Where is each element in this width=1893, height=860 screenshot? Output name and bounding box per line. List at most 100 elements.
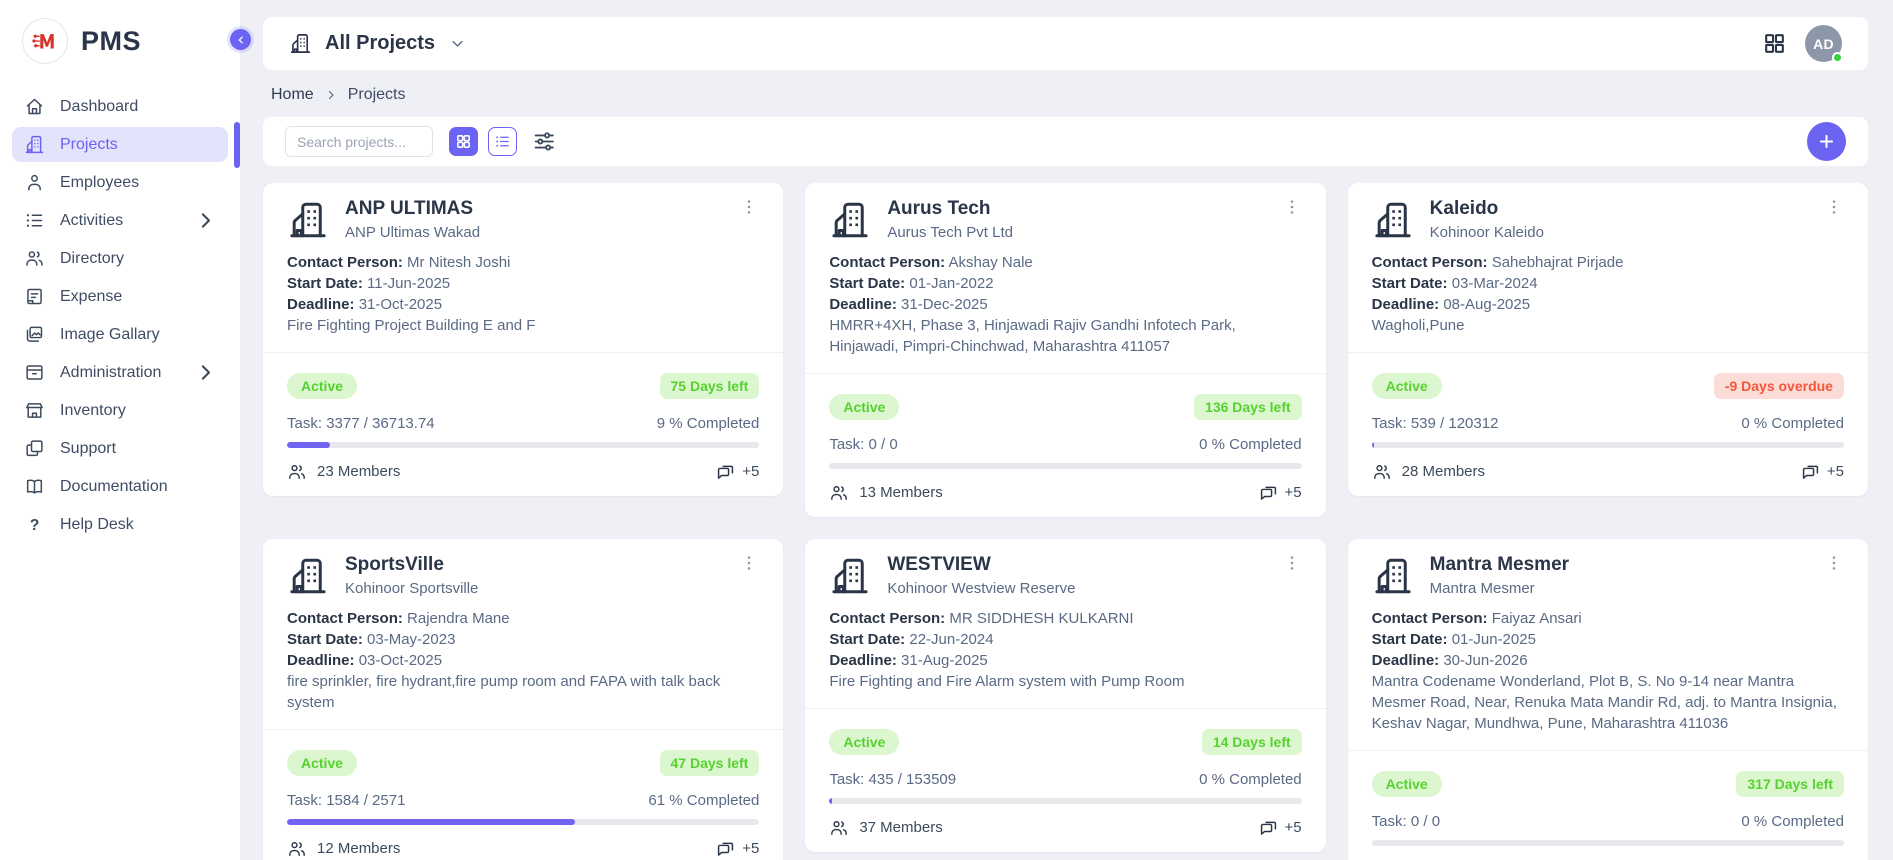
progress-bar — [1372, 442, 1844, 448]
users-icon — [24, 248, 45, 269]
project-details: Contact Person: Mr Nitesh Joshi Start Da… — [287, 252, 759, 336]
start-date-line: Start Date: 03-May-2023 — [287, 629, 759, 650]
start-date-line: Start Date: 22-Jun-2024 — [829, 629, 1301, 650]
task-row: Task: 435 / 153509 0 % Completed — [829, 771, 1301, 788]
building-icon — [1372, 555, 1414, 597]
chat-count-button[interactable]: +5 — [1800, 461, 1844, 482]
breadcrumb: Home Projects — [271, 86, 1868, 104]
project-subtitle: Kohinoor Westview Reserve — [887, 580, 1075, 597]
progress-fill — [1372, 442, 1375, 448]
sidebar-item-employees[interactable]: Employees — [12, 165, 228, 200]
status-badge: Active — [829, 394, 899, 420]
sidebar-item-help-desk[interactable]: Help Desk — [12, 507, 228, 542]
card-menu-button[interactable] — [1824, 197, 1844, 217]
list-view-button[interactable] — [488, 127, 517, 156]
days-left-badge: 47 Days left — [660, 750, 760, 776]
start-date-line: Start Date: 03-Mar-2024 — [1372, 273, 1844, 294]
projects-toolbar — [263, 117, 1868, 166]
breadcrumb-home[interactable]: Home — [271, 86, 314, 104]
progress-bar — [287, 442, 759, 448]
card-menu-button[interactable] — [1824, 553, 1844, 573]
page-header: All Projects AD — [263, 17, 1868, 70]
sidebar-item-label: Directory — [60, 250, 124, 268]
sidebar-item-label: Help Desk — [60, 516, 134, 534]
sidebar-item-projects[interactable]: Projects — [12, 127, 228, 162]
task-count: Task: 435 / 153509 — [829, 771, 956, 788]
users-icon — [829, 818, 849, 838]
task-row: Task: 539 / 120312 0 % Completed — [1372, 415, 1844, 432]
chat-count-button[interactable]: +5 — [715, 461, 759, 482]
sidebar-collapse-button[interactable] — [230, 29, 251, 50]
days-left-badge: 136 Days left — [1194, 394, 1302, 420]
project-card[interactable]: Aurus Tech Aurus Tech Pvt Ltd Contact Pe… — [805, 183, 1325, 517]
card-menu-button[interactable] — [739, 553, 759, 573]
building-icon — [289, 32, 312, 55]
deadline-line: Deadline: 31-Oct-2025 — [287, 294, 759, 315]
copy-icon — [24, 438, 45, 459]
building-icon — [829, 199, 871, 241]
sidebar: PMS Dashboard Projects Employees Activit… — [0, 0, 241, 860]
status-badge: Active — [1372, 771, 1442, 797]
grid-view-button[interactable] — [449, 127, 478, 156]
sidebar-item-label: Documentation — [60, 478, 168, 496]
project-details: Contact Person: MR SIDDHESH KULKARNI Sta… — [829, 608, 1301, 692]
completed-percent: 0 % Completed — [1199, 771, 1302, 788]
card-menu-button[interactable] — [1282, 553, 1302, 573]
project-card[interactable]: WESTVIEW Kohinoor Westview Reserve Conta… — [805, 539, 1325, 852]
archive-icon — [24, 362, 45, 383]
project-subtitle: Mantra Mesmer — [1430, 580, 1569, 597]
card-divider — [263, 352, 783, 353]
sidebar-item-label: Support — [60, 440, 116, 458]
sidebar-item-label: Activities — [60, 212, 123, 230]
completed-percent: 0 % Completed — [1741, 415, 1844, 432]
card-divider — [1348, 750, 1868, 751]
start-date-line: Start Date: 01-Jun-2025 — [1372, 629, 1844, 650]
chat-count-button[interactable]: +5 — [1258, 482, 1302, 503]
filter-button[interactable] — [532, 129, 557, 154]
start-date-line: Start Date: 01-Jan-2022 — [829, 273, 1301, 294]
apps-grid-button[interactable] — [1762, 31, 1787, 56]
card-menu-button[interactable] — [739, 197, 759, 217]
members-count: 13 Members — [829, 483, 942, 503]
sidebar-item-support[interactable]: Support — [12, 431, 228, 466]
sidebar-item-directory[interactable]: Directory — [12, 241, 228, 276]
deadline-line: Deadline: 03-Oct-2025 — [287, 650, 759, 671]
chevron-right-icon — [325, 89, 337, 101]
chevron-down-icon[interactable] — [450, 36, 465, 51]
progress-bar — [1372, 840, 1844, 846]
search-input[interactable] — [285, 126, 433, 157]
sidebar-item-label: Projects — [60, 136, 118, 154]
project-card[interactable]: Kaleido Kohinoor Kaleido Contact Person:… — [1348, 183, 1868, 496]
completed-percent: 61 % Completed — [648, 792, 759, 809]
card-menu-button[interactable] — [1282, 197, 1302, 217]
sidebar-item-administration[interactable]: Administration — [12, 355, 228, 390]
sidebar-item-dashboard[interactable]: Dashboard — [12, 89, 228, 124]
project-card[interactable]: ANP ULTIMAS ANP Ultimas Wakad Contact Pe… — [263, 183, 783, 496]
members-count: 28 Members — [1372, 462, 1485, 482]
chat-count-button[interactable]: +5 — [1258, 817, 1302, 838]
project-card[interactable]: SportsVille Kohinoor Sportsville Contact… — [263, 539, 783, 860]
task-row: Task: 0 / 0 0 % Completed — [1372, 813, 1844, 830]
sidebar-item-image-gallary[interactable]: Image Gallary — [12, 317, 228, 352]
project-description: Wagholi,Pune — [1372, 315, 1844, 336]
add-project-button[interactable] — [1807, 122, 1846, 161]
sidebar-item-expense[interactable]: Expense — [12, 279, 228, 314]
dots-vertical-icon — [1824, 553, 1844, 573]
progress-bar — [287, 819, 759, 825]
store-icon — [24, 400, 45, 421]
task-row: Task: 0 / 0 0 % Completed — [829, 436, 1301, 453]
project-card[interactable]: Mantra Mesmer Mantra Mesmer Contact Pers… — [1348, 539, 1868, 860]
sidebar-item-label: Dashboard — [60, 98, 138, 116]
app-logo: PMS — [0, 0, 240, 78]
app-name: PMS — [81, 26, 141, 57]
sidebar-item-inventory[interactable]: Inventory — [12, 393, 228, 428]
user-avatar[interactable]: AD — [1805, 25, 1842, 62]
chat-count-button[interactable]: +5 — [715, 838, 759, 859]
sidebar-item-activities[interactable]: Activities — [12, 203, 228, 238]
sidebar-item-documentation[interactable]: Documentation — [12, 469, 228, 504]
chat-icon — [1800, 461, 1821, 482]
members-count: 37 Members — [829, 818, 942, 838]
grid-view-icon — [455, 133, 472, 150]
deadline-line: Deadline: 31-Aug-2025 — [829, 650, 1301, 671]
project-subtitle: ANP Ultimas Wakad — [345, 224, 480, 241]
